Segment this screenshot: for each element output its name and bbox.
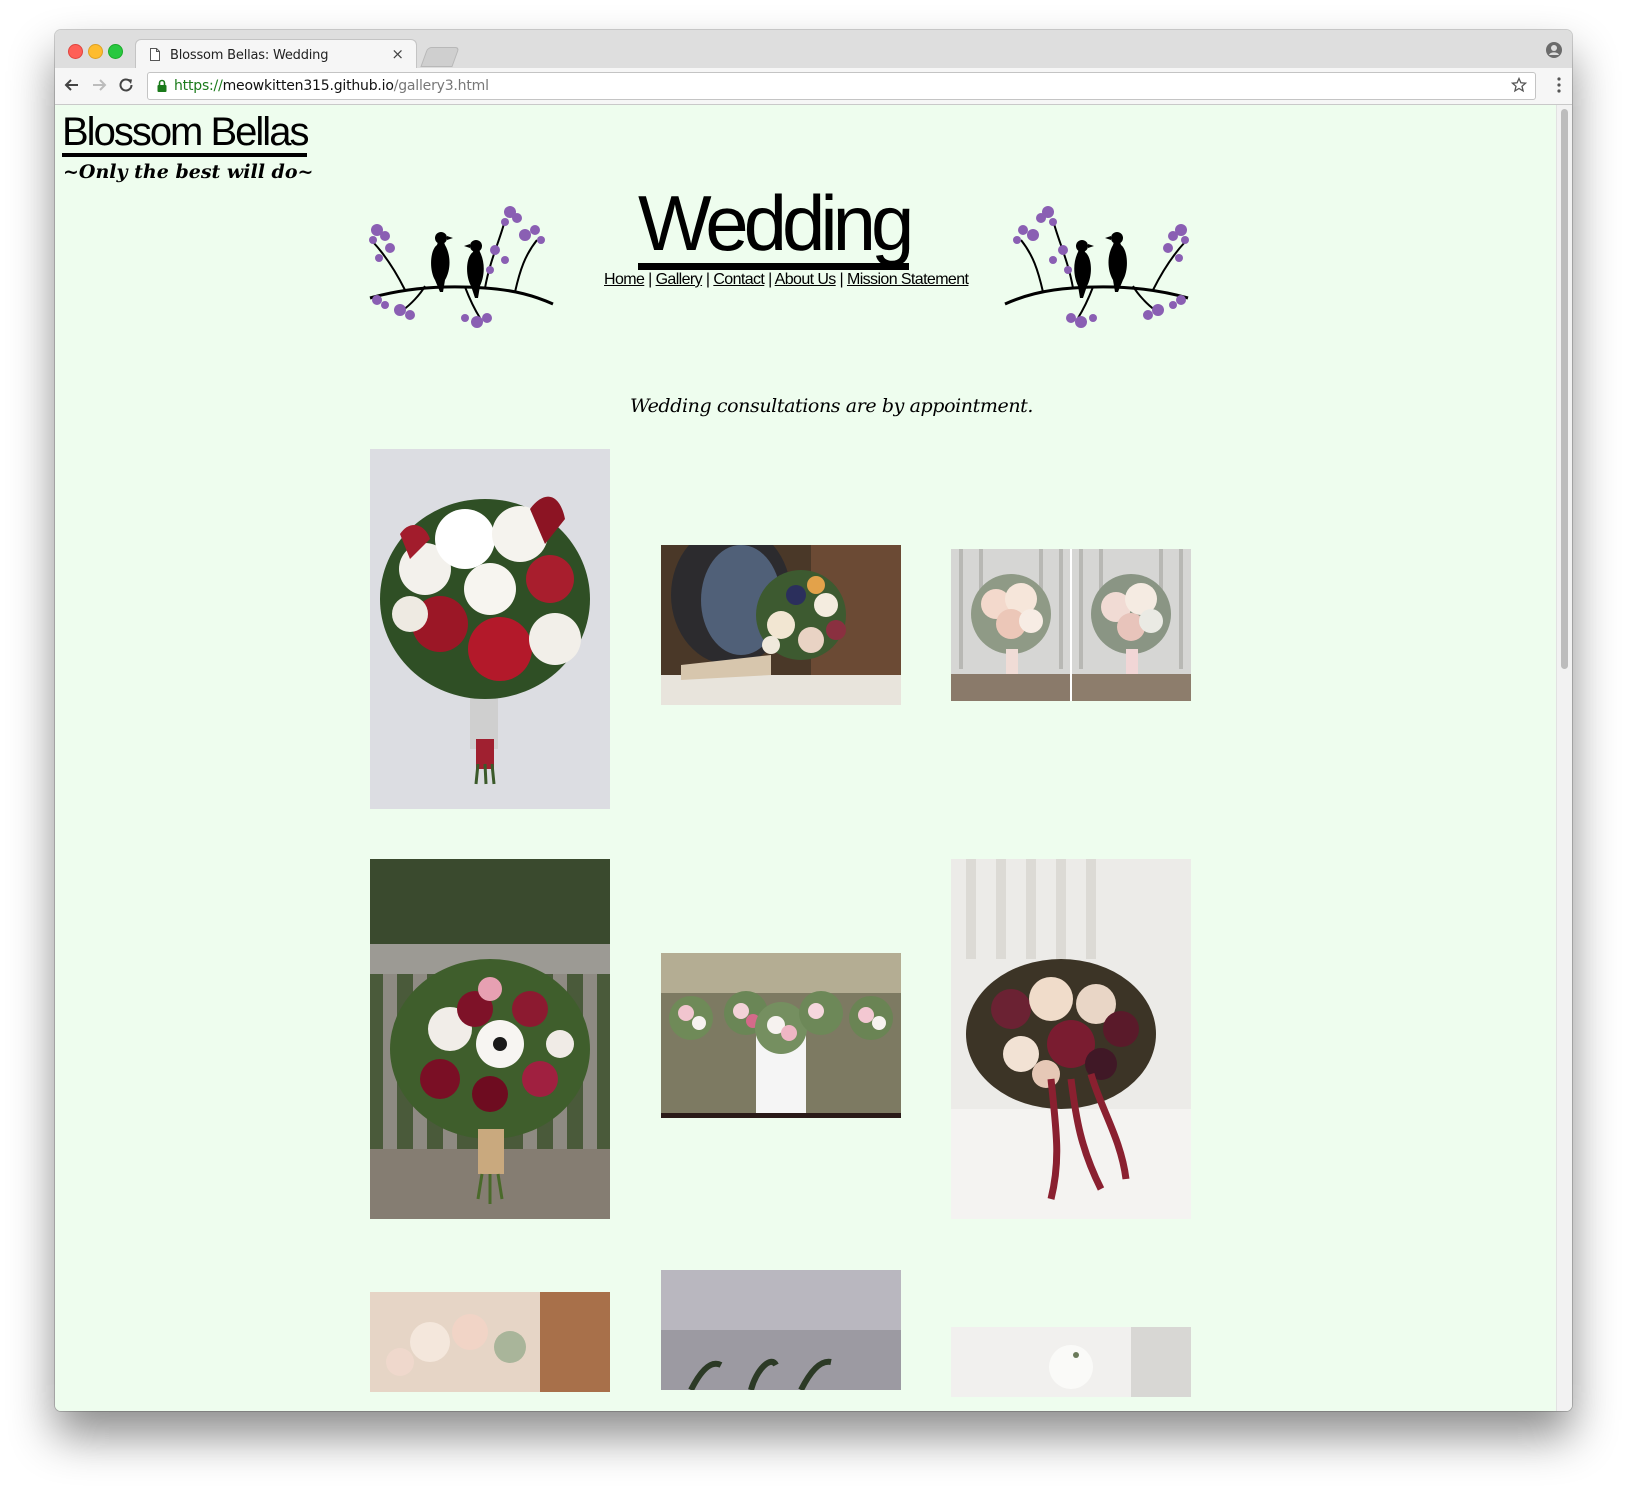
gallery-photo-8[interactable] [661,1270,901,1390]
bookmark-star-icon[interactable] [1511,77,1527,93]
browser-window: Blossom Bellas: Wedding × https://meowki… [55,30,1572,1411]
gallery-photo-4[interactable] [370,859,610,1219]
gallery-photo-6[interactable] [951,859,1191,1219]
site-logo[interactable]: Blossom Bellas [62,112,309,157]
photo-image [951,1327,1191,1397]
nav-separator: | [839,271,844,288]
intro-text: Wedding consultations are by appointment… [630,395,1034,417]
photo-image [661,1270,901,1390]
page-heading: Wedding [638,184,914,270]
gallery-photo-3[interactable] [951,549,1191,701]
url-host: meowkitten315.github.io [222,78,394,94]
page-viewport: Blossom Bellas ~Only the best will do~ W… [55,105,1572,1411]
close-window-button[interactable] [68,44,83,59]
scrollbar-thumb[interactable] [1561,109,1568,669]
gallery-photo-1[interactable] [370,449,610,809]
love-birds-branch-right [1004,206,1189,328]
browser-toolbar: https://meowkitten315.github.io/gallery3… [55,68,1572,105]
nav-link-home[interactable]: Home [604,271,645,288]
gallery-photo-7[interactable] [370,1292,610,1392]
browser-tab[interactable]: Blossom Bellas: Wedding × [135,39,417,70]
url-text: https://meowkitten315.github.io/gallery3… [174,78,489,94]
zoom-window-button[interactable] [108,44,123,59]
nav-link-gallery[interactable]: Gallery [656,271,703,288]
gallery-photo-2[interactable] [661,545,901,705]
photo-image [661,953,901,1118]
photo-image [951,549,1191,701]
love-birds-branch-left [369,206,554,328]
document-icon [150,48,160,61]
lock-icon [157,79,167,92]
tab-title: Blossom Bellas: Wedding [170,48,329,63]
nav-link-contact[interactable]: Contact [713,271,765,288]
photo-image [370,449,610,809]
gallery-photo-9[interactable] [951,1327,1191,1397]
back-arrow-icon[interactable] [63,76,81,94]
minimize-window-button[interactable] [88,44,103,59]
nav-link-mission-statement[interactable]: Mission Statement [847,271,969,288]
main-nav: Home | Gallery | Contact | About Us | Mi… [604,271,969,289]
tab-close-icon[interactable]: × [391,45,404,63]
address-bar[interactable]: https://meowkitten315.github.io/gallery3… [147,72,1536,100]
nav-separator: | [705,271,710,288]
nav-link-about-us[interactable]: About Us [775,271,837,288]
photo-image [661,545,901,705]
site-tagline: ~Only the best will do~ [63,161,314,183]
nav-separator: | [768,271,772,288]
photo-image [951,859,1191,1219]
url-scheme: https:// [174,78,223,94]
new-tab-button[interactable] [420,47,460,67]
profile-icon[interactable] [1546,42,1562,58]
gallery-photo-5[interactable] [661,953,901,1118]
photo-image [370,1292,610,1392]
reload-icon[interactable] [117,76,135,94]
page-scrollbar[interactable] [1556,105,1572,1411]
title-bar: Blossom Bellas: Wedding × [55,30,1572,70]
photo-image [370,859,610,1219]
url-path: /gallery3.html [393,78,489,94]
nav-separator: | [648,271,652,288]
browser-menu-icon[interactable] [1557,77,1561,93]
forward-arrow-icon[interactable] [90,76,108,94]
